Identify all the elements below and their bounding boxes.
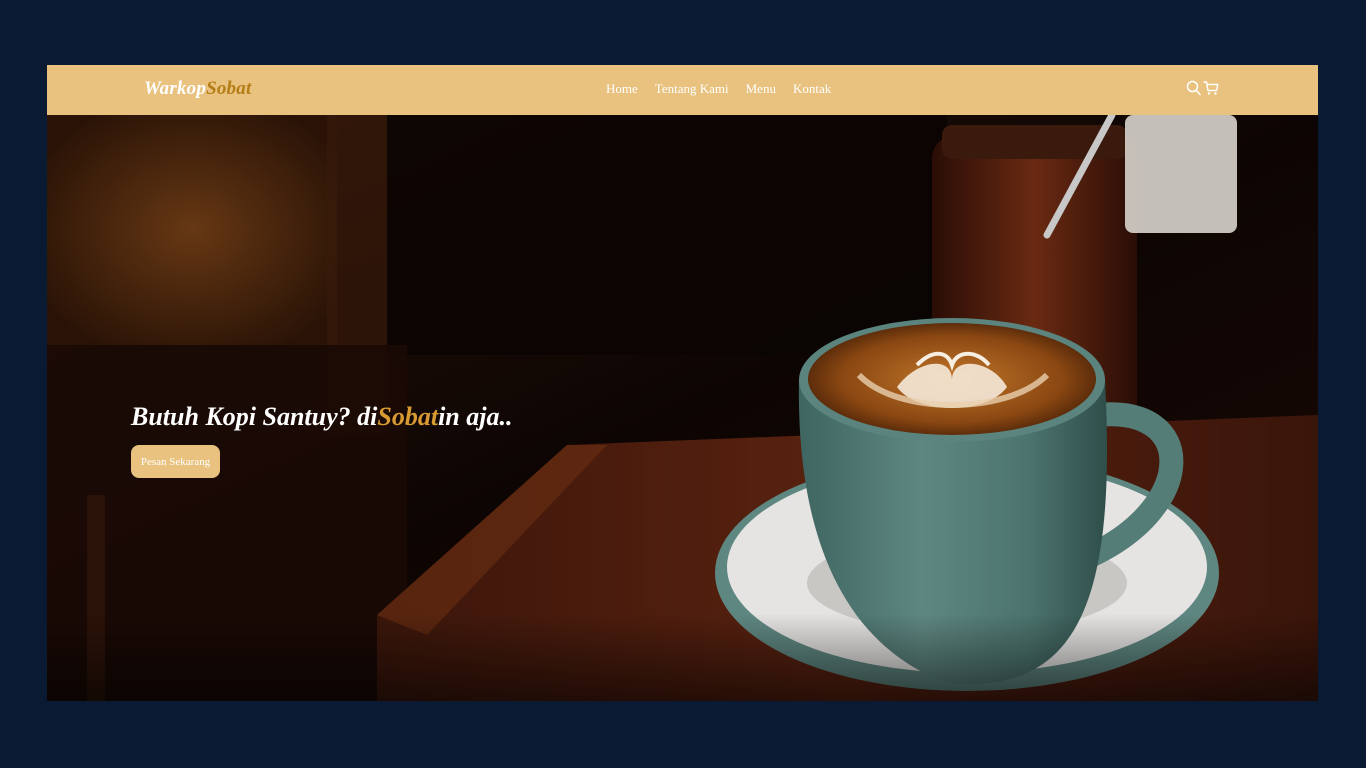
site-frame: WarkopSobat Home Tentang Kami Menu Konta… bbox=[47, 65, 1318, 701]
hero-headline-post: in aja.. bbox=[438, 402, 513, 431]
hero-headline-accent: Sobat bbox=[377, 402, 439, 431]
pesan-sekarang-button[interactable]: Pesan Sekarang bbox=[131, 445, 220, 478]
nav-home[interactable]: Home bbox=[606, 81, 638, 97]
brand-logo[interactable]: WarkopSobat bbox=[144, 78, 251, 100]
hero-headline: Butuh Kopi Santuy? diSobatin aja.. bbox=[131, 402, 513, 432]
nav-kontak[interactable]: Kontak bbox=[793, 81, 831, 97]
nav-icons bbox=[1186, 80, 1219, 96]
nav-tentang-kami[interactable]: Tentang Kami bbox=[655, 81, 729, 97]
navbar: WarkopSobat Home Tentang Kami Menu Konta… bbox=[47, 65, 1318, 115]
brand-name-accent: Sobat bbox=[206, 78, 252, 99]
cart-icon[interactable] bbox=[1203, 80, 1219, 96]
hero-section: Butuh Kopi Santuy? diSobatin aja.. Pesan… bbox=[47, 115, 1318, 701]
nav-menu[interactable]: Menu bbox=[746, 81, 776, 97]
search-icon[interactable] bbox=[1186, 80, 1201, 96]
brand-name-main: Warkop bbox=[144, 78, 207, 99]
main-nav: Home Tentang Kami Menu Kontak bbox=[606, 81, 831, 97]
hero-headline-pre: Butuh Kopi Santuy? di bbox=[131, 402, 378, 431]
